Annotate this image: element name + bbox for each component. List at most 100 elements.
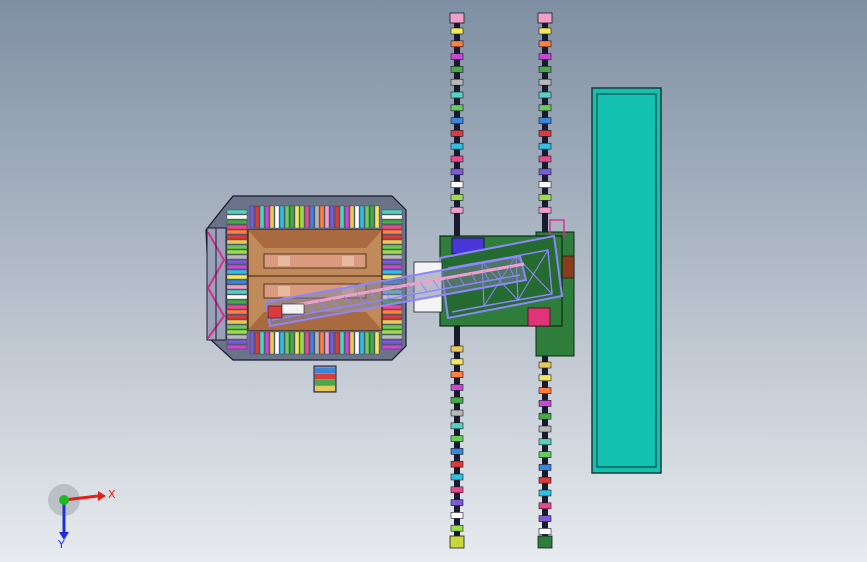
rail-marker: [538, 168, 552, 176]
stripe: [364, 205, 370, 229]
y-axis-label: Y: [57, 538, 65, 551]
rail-marker: [450, 194, 464, 201]
stripe: [226, 259, 248, 265]
stripe: [226, 324, 248, 330]
stripe: [304, 205, 310, 229]
stripe: [226, 304, 248, 310]
stripe: [381, 339, 403, 345]
stripe: [381, 329, 403, 335]
rail-marker: [538, 117, 552, 124]
stripe: [269, 331, 275, 355]
stripe: [381, 229, 403, 235]
stripe: [259, 205, 265, 229]
stripe: [226, 334, 248, 340]
stripe: [349, 205, 355, 229]
stripe: [319, 331, 325, 355]
rail-marker: [538, 425, 552, 433]
stripe: [299, 205, 305, 229]
rail-marker: [450, 473, 464, 481]
stripe: [381, 214, 403, 220]
cad-viewport[interactable]: X Y: [0, 0, 867, 562]
rail-marker: [538, 387, 552, 394]
rail-marker: [450, 448, 464, 455]
stripe: [334, 331, 340, 355]
rail-marker: [538, 130, 552, 137]
stripe: [381, 254, 403, 260]
stripe: [226, 224, 248, 230]
stripe: [309, 205, 315, 229]
rail-marker: [538, 91, 552, 99]
stripe: [226, 319, 248, 325]
stripe: [226, 264, 248, 270]
rail-marker: [538, 181, 552, 188]
stripe: [381, 269, 403, 275]
rail-marker: [450, 460, 464, 468]
stripe: [226, 214, 248, 220]
stripe: [381, 234, 403, 240]
stripe: [369, 205, 375, 229]
stripe: [226, 249, 248, 255]
rail-marker: [538, 451, 552, 458]
stripe: [226, 314, 248, 320]
stripe: [289, 205, 295, 229]
stripe: [334, 205, 340, 229]
stripe: [226, 284, 248, 290]
stripe: [354, 205, 360, 229]
stripe: [314, 205, 320, 229]
stripe: [274, 331, 280, 355]
stripe: [226, 239, 248, 245]
boom-red-block: [267, 305, 283, 319]
stripe: [359, 331, 365, 355]
stripe: [304, 331, 310, 355]
rail-marker: [538, 78, 552, 86]
rail-marker: [450, 130, 464, 137]
rail-marker: [538, 206, 552, 214]
x-axis-head: [98, 491, 106, 501]
rail-marker: [538, 40, 552, 48]
stripe: [254, 331, 260, 355]
rail-marker: [450, 345, 464, 353]
rail-marker: [450, 168, 464, 176]
stripe: [324, 331, 330, 355]
stripe: [226, 244, 248, 250]
stripe: [226, 299, 248, 305]
rail-marker: [538, 489, 552, 497]
teal-tank[interactable]: [591, 87, 662, 474]
left-truss: [206, 227, 227, 341]
rail-marker: [450, 486, 464, 494]
stripe: [274, 205, 280, 229]
coordinate-triad[interactable]: X Y: [40, 482, 120, 552]
stripe: [249, 331, 255, 355]
rail-marker: [450, 358, 464, 366]
rail-marker: [450, 409, 464, 417]
rail-marker: [450, 53, 464, 60]
stripe: [289, 331, 295, 355]
stripe: [324, 205, 330, 229]
stripe: [226, 254, 248, 260]
rail-marker: [450, 66, 464, 73]
stripe: [369, 331, 375, 355]
stripe: [226, 339, 248, 345]
rail-marker: [450, 384, 464, 391]
rail-marker: [450, 40, 464, 48]
rail-marker: [538, 400, 552, 407]
stripe: [381, 344, 403, 350]
rail-marker: [538, 194, 552, 201]
stripe: [381, 334, 403, 340]
stripe: [309, 331, 315, 355]
assembly-view[interactable]: [0, 0, 867, 562]
stripe: [381, 324, 403, 330]
rail-marker: [538, 476, 552, 484]
rail-marker: [538, 142, 552, 150]
stripe: [381, 239, 403, 245]
stripe: [294, 205, 300, 229]
stripe: [381, 259, 403, 265]
stripe: [381, 264, 403, 270]
stripe: [254, 205, 260, 229]
stripe: [299, 331, 305, 355]
stripe: [226, 279, 248, 285]
rail-marker: [538, 53, 552, 60]
stripe: [294, 331, 300, 355]
rail-marker: [538, 361, 552, 369]
stripe: [349, 331, 355, 355]
